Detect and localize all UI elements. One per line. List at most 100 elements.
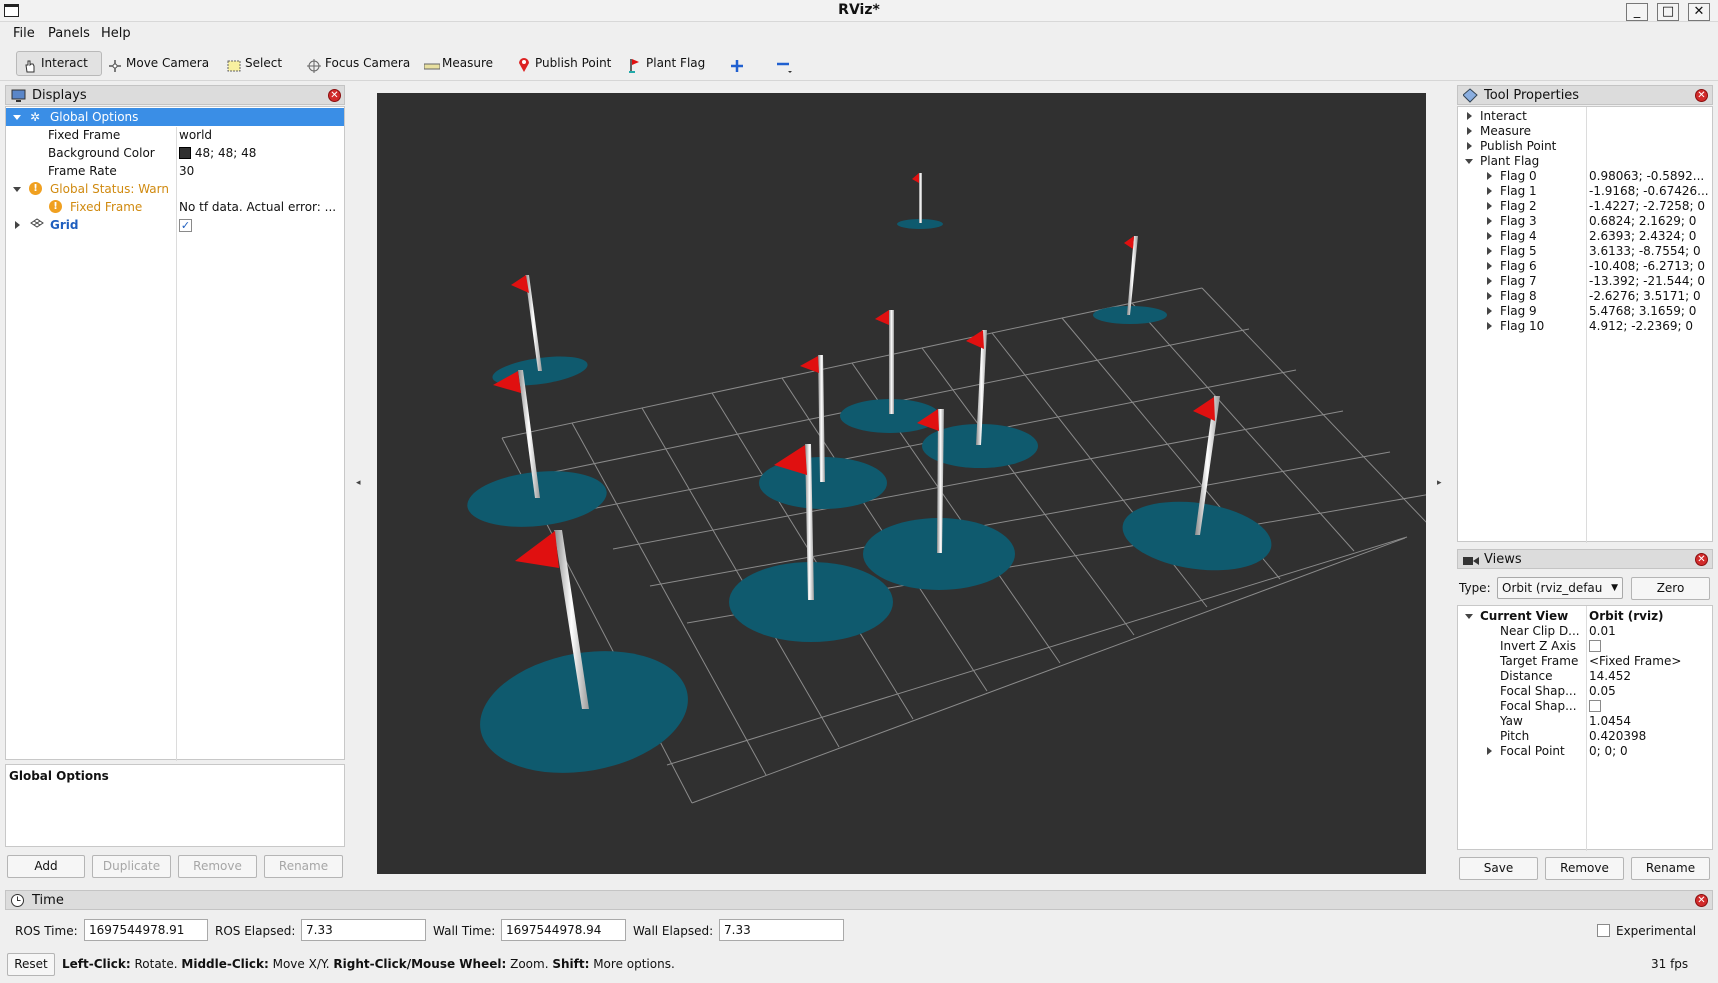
view-prop-name: Yaw bbox=[1500, 714, 1523, 728]
flag-value: 3.6133; -8.7554; 0 bbox=[1589, 244, 1701, 258]
tool-properties-tree[interactable]: Interact Measure Publish Point Plant Fla… bbox=[1457, 106, 1713, 543]
view-prop-row[interactable]: Focal Point 0; 0; 0 bbox=[1458, 744, 1712, 759]
render-viewport[interactable] bbox=[377, 93, 1438, 874]
minimize-button[interactable]: _ bbox=[1626, 3, 1648, 21]
time-panel-header: Time ✕ bbox=[5, 890, 1713, 910]
close-tool-properties-icon[interactable]: ✕ bbox=[1695, 89, 1708, 102]
measure-tool[interactable]: Measure bbox=[418, 51, 499, 76]
menu-panels[interactable]: Panels bbox=[48, 26, 90, 41]
interact-tool[interactable]: Interact bbox=[16, 51, 102, 76]
frame-rate-label: Frame Rate bbox=[48, 164, 117, 178]
wall-time-field[interactable]: 1697544978.94 bbox=[501, 919, 626, 941]
view-prop-value: 0.05 bbox=[1589, 684, 1616, 698]
flag-row[interactable]: Flag 3 0.6824; 2.1629; 0 bbox=[1458, 214, 1712, 229]
save-view-button[interactable]: Save bbox=[1459, 857, 1538, 880]
frame-rate-value[interactable]: 30 bbox=[179, 162, 194, 180]
title-bar: RViz* _ □ ✕ bbox=[0, 0, 1718, 22]
publish-point-tool[interactable]: Publish Point bbox=[511, 51, 617, 76]
remove-tool-button[interactable] bbox=[770, 51, 796, 76]
menu-file[interactable]: File bbox=[13, 26, 35, 41]
status-fixed-frame-row[interactable]: ! Fixed Frame No tf data. Actual error: … bbox=[6, 198, 344, 216]
global-status-row[interactable]: ! Global Status: Warn bbox=[6, 180, 344, 198]
add-display-button[interactable]: Add bbox=[7, 855, 85, 878]
view-type-label: Type: bbox=[1459, 581, 1491, 595]
view-prop-row[interactable]: Near Clip D... 0.01 bbox=[1458, 624, 1712, 639]
flag-row[interactable]: Flag 0 0.98063; -0.5892... bbox=[1458, 169, 1712, 184]
flag-row[interactable]: Flag 7 -13.392; -21.544; 0 bbox=[1458, 274, 1712, 289]
flag-row[interactable]: Flag 4 2.6393; 2.4324; 0 bbox=[1458, 229, 1712, 244]
reset-button[interactable]: Reset bbox=[7, 953, 55, 976]
current-view-row[interactable]: Current View Orbit (rviz) bbox=[1458, 607, 1712, 625]
flag-name: Flag 10 bbox=[1500, 319, 1545, 333]
select-tool[interactable]: Select bbox=[221, 51, 288, 76]
view-prop-checkbox[interactable] bbox=[1589, 700, 1601, 712]
global-options-row[interactable]: ✲ Global Options bbox=[6, 108, 344, 126]
flag-row[interactable]: Flag 8 -2.6276; 3.5171; 0 bbox=[1458, 289, 1712, 304]
view-prop-row[interactable]: Focal Shap... bbox=[1458, 699, 1712, 714]
view-prop-value: 0; 0; 0 bbox=[1589, 744, 1628, 758]
view-prop-name: Invert Z Axis bbox=[1500, 639, 1577, 653]
view-prop-row[interactable]: Invert Z Axis bbox=[1458, 639, 1712, 654]
view-prop-row[interactable]: Yaw 1.0454 bbox=[1458, 714, 1712, 729]
flag-row[interactable]: Flag 5 3.6133; -8.7554; 0 bbox=[1458, 244, 1712, 259]
expand-arrow-icon bbox=[13, 187, 21, 192]
wall-elapsed-field[interactable]: 7.33 bbox=[719, 919, 844, 941]
flag-name: Flag 8 bbox=[1500, 289, 1537, 303]
tool-item-3[interactable]: Plant Flag bbox=[1458, 154, 1712, 169]
move-icon bbox=[108, 57, 122, 72]
global-status-label: Global Status: Warn bbox=[50, 182, 169, 196]
remove-view-button[interactable]: Remove bbox=[1545, 857, 1624, 880]
view-prop-row[interactable]: Target Frame <Fixed Frame> bbox=[1458, 654, 1712, 669]
duplicate-display-button[interactable]: Duplicate bbox=[92, 855, 171, 878]
flag-row[interactable]: Flag 6 -10.408; -6.2713; 0 bbox=[1458, 259, 1712, 274]
view-prop-row[interactable]: Pitch 0.420398 bbox=[1458, 729, 1712, 744]
view-prop-checkbox[interactable] bbox=[1589, 640, 1601, 652]
tool-item-0[interactable]: Interact bbox=[1458, 109, 1712, 124]
view-type-select[interactable]: Orbit (rviz_defau ▼ bbox=[1497, 577, 1623, 599]
close-time-icon[interactable]: ✕ bbox=[1695, 894, 1708, 907]
grid-enabled-checkbox[interactable]: ✓ bbox=[179, 219, 192, 232]
view-prop-name: Pitch bbox=[1500, 729, 1530, 743]
close-button[interactable]: ✕ bbox=[1688, 3, 1710, 21]
rename-display-button[interactable]: Rename bbox=[264, 855, 343, 878]
close-views-icon[interactable]: ✕ bbox=[1695, 553, 1708, 566]
plant-flag-tool[interactable]: Plant Flag bbox=[622, 51, 711, 76]
maximize-button[interactable]: □ bbox=[1657, 3, 1679, 21]
focus-camera-tool[interactable]: Focus Camera bbox=[301, 51, 416, 76]
view-prop-row[interactable]: Focal Shap... 0.05 bbox=[1458, 684, 1712, 699]
collapse-arrow-icon bbox=[1487, 262, 1492, 270]
experimental-checkbox[interactable] bbox=[1597, 924, 1610, 937]
fixed-frame-value[interactable]: world bbox=[179, 126, 212, 144]
measure-label: Measure bbox=[442, 56, 493, 70]
color-swatch bbox=[179, 147, 191, 159]
flag-row[interactable]: Flag 2 -1.4227; -2.7258; 0 bbox=[1458, 199, 1712, 214]
publish-point-label: Publish Point bbox=[535, 56, 612, 70]
flag-row[interactable]: Flag 1 -1.9168; -0.67426... bbox=[1458, 184, 1712, 199]
add-tool-button[interactable] bbox=[724, 51, 750, 76]
help-right-click-text: Zoom. bbox=[506, 957, 553, 971]
fixed-frame-label: Fixed Frame bbox=[48, 128, 121, 142]
displays-tree[interactable]: ✲ Global Options Fixed Frame world Backg… bbox=[5, 106, 345, 761]
grid-row[interactable]: Grid ✓ bbox=[6, 216, 344, 234]
menu-help[interactable]: Help bbox=[101, 26, 131, 41]
view-prop-row[interactable]: Distance 14.452 bbox=[1458, 669, 1712, 684]
help-right-click: Right-Click/Mouse Wheel: bbox=[333, 957, 507, 971]
bg-color-value[interactable]: 48; 48; 48 bbox=[179, 144, 256, 162]
close-displays-icon[interactable]: ✕ bbox=[328, 89, 341, 102]
collapse-right-icon[interactable]: ▸ bbox=[1437, 478, 1442, 488]
description-box: Global Options bbox=[5, 764, 345, 847]
zero-button[interactable]: Zero bbox=[1631, 577, 1710, 600]
flag-row[interactable]: Flag 9 5.4768; 3.1659; 0 bbox=[1458, 304, 1712, 319]
rename-view-button[interactable]: Rename bbox=[1631, 857, 1710, 880]
warning-icon: ! bbox=[49, 200, 62, 213]
ros-elapsed-field[interactable]: 7.33 bbox=[301, 919, 426, 941]
move-camera-tool[interactable]: Move Camera bbox=[102, 51, 215, 76]
flag-row[interactable]: Flag 10 4.912; -2.2369; 0 bbox=[1458, 319, 1712, 334]
ros-time-field[interactable]: 1697544978.91 bbox=[84, 919, 208, 941]
status-fixed-frame-value: No tf data. Actual error: ... bbox=[179, 200, 337, 214]
tool-item-2[interactable]: Publish Point bbox=[1458, 139, 1712, 154]
tool-item-1[interactable]: Measure bbox=[1458, 124, 1712, 139]
views-tree[interactable]: Current View Orbit (rviz) Near Clip D...… bbox=[1457, 605, 1713, 851]
remove-display-button[interactable]: Remove bbox=[178, 855, 257, 878]
collapse-left-icon[interactable]: ◂ bbox=[356, 478, 361, 488]
